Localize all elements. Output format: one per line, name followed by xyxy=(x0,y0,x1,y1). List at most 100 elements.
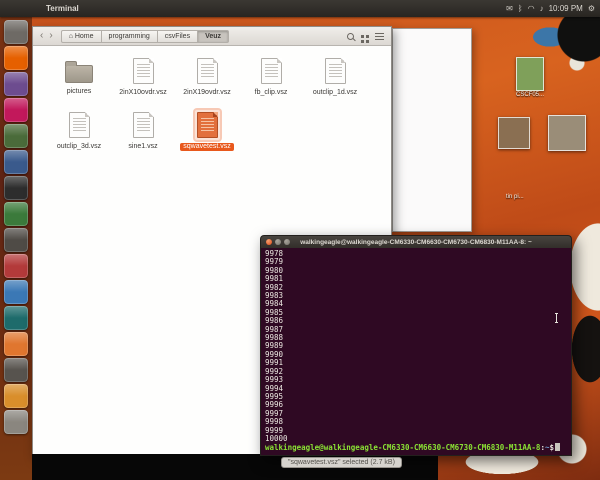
terminal-line: 9990 xyxy=(265,349,284,359)
bluetooth-icon[interactable]: ᛒ xyxy=(518,4,523,13)
terminal-titlebar[interactable]: walkingeagle@walkingeagle-CM6330-CM6630-… xyxy=(260,235,572,248)
document-icon xyxy=(67,110,92,140)
launcher-photos-icon[interactable] xyxy=(4,124,28,148)
active-app-title: Terminal xyxy=(46,4,79,13)
search-icon[interactable] xyxy=(347,32,354,40)
desktop-thumbnail-3[interactable] xyxy=(548,115,586,151)
indicator-area: ✉ ᛒ ◠ ♪ 10:09 PM ⚙ xyxy=(506,4,595,13)
launcher-workspaces-icon[interactable] xyxy=(4,228,28,252)
launcher-dash-home-icon[interactable] xyxy=(4,20,28,44)
message-icon[interactable]: ✉ xyxy=(506,4,513,13)
prompt-user: walkingeagle@walkingeagle-CM6330-CM6630-… xyxy=(265,443,541,453)
launcher-software-center-icon[interactable] xyxy=(4,332,28,356)
document-icon xyxy=(131,110,156,140)
terminal-output: 9978 9979 9980 9981 9982 9983 9984 9985 9986 9987… xyxy=(265,249,567,443)
terminal-line: 9985 xyxy=(265,307,284,317)
file-item-fb_clip.vsz[interactable]: fb_clip.vsz xyxy=(239,56,303,110)
document-icon xyxy=(195,56,220,86)
desktop-thumbnail-2[interactable] xyxy=(498,117,530,149)
thumbnail-image xyxy=(516,57,544,91)
close-button[interactable] xyxy=(266,239,272,245)
launcher-documents-icon[interactable] xyxy=(4,150,28,174)
terminal-line: 9979 xyxy=(265,257,284,267)
breadcrumb-veuz[interactable]: Veuz xyxy=(197,29,230,43)
file-item-pictures[interactable]: pictures xyxy=(47,56,111,110)
launcher-trash-icon[interactable] xyxy=(4,410,28,434)
document-icon xyxy=(194,110,220,140)
terminal-line: 9978 xyxy=(265,249,284,258)
terminal-line: 9982 xyxy=(265,282,284,292)
terminal-line: 9991 xyxy=(265,358,284,368)
network-icon[interactable]: ◠ xyxy=(528,4,535,13)
thumbnail-image xyxy=(498,117,530,149)
document-icon xyxy=(131,56,156,86)
launcher-amazon-icon[interactable] xyxy=(4,176,28,200)
terminal-line: 9992 xyxy=(265,366,284,376)
breadcrumb: ⌂ Home programming csvFiles Veuz xyxy=(60,29,230,43)
launcher-terminal-icon[interactable] xyxy=(4,202,28,226)
file-label: fb_clip.vsz xyxy=(254,89,288,96)
file-manager-toolbar: ‹ › ⌂ Home programming csvFiles Veuz xyxy=(33,27,391,46)
terminal-line: 9984 xyxy=(265,299,284,309)
terminal-cursor xyxy=(555,443,560,452)
volume-icon[interactable]: ♪ xyxy=(540,4,544,13)
window-controls xyxy=(266,239,290,245)
thumbnail-image xyxy=(548,115,586,151)
desktop-thumbnail-1[interactable]: CSCF05... xyxy=(516,57,544,98)
terminal-line: 9988 xyxy=(265,333,284,343)
launcher-beaker-icon[interactable] xyxy=(4,384,28,408)
menu-icon[interactable] xyxy=(375,32,384,34)
ibeam-cursor xyxy=(555,313,558,323)
toolbar-right-icons xyxy=(347,32,384,40)
launcher-settings-icon[interactable] xyxy=(4,358,28,382)
desktop-icon-label: tin pi... xyxy=(506,194,524,200)
forward-button[interactable]: › xyxy=(47,31,54,41)
file-label: sqwavetest.vsz xyxy=(180,143,234,152)
terminal-line: 9986 xyxy=(265,316,284,326)
launcher-chat-icon[interactable] xyxy=(4,280,28,304)
session-gear-icon[interactable]: ⚙ xyxy=(588,4,595,13)
file-label: outclip_1d.vsz xyxy=(312,89,358,96)
clock[interactable]: 10:09 PM xyxy=(549,4,583,13)
file-item-outclip_1d.vsz[interactable]: outclip_1d.vsz xyxy=(303,56,367,110)
launcher xyxy=(0,17,32,480)
launcher-rhythmbox-icon[interactable] xyxy=(4,254,28,278)
terminal-line: 9998 xyxy=(265,417,284,427)
terminal-line: 9980 xyxy=(265,265,284,275)
breadcrumb-csvfiles[interactable]: csvFiles xyxy=(156,29,199,43)
terminal-prompt-line: walkingeagle@walkingeagle-CM6330-CM6630-… xyxy=(265,443,567,452)
indicator-icons: ✉ ᛒ ◠ ♪ xyxy=(506,4,544,13)
file-label: 2inX10ovdr.vsz xyxy=(119,89,167,96)
launcher-libreoffice-icon[interactable] xyxy=(4,306,28,330)
file-item-2inX19ovdr.vsz[interactable]: 2inX19ovdr.vsz xyxy=(175,56,239,110)
breadcrumb-home[interactable]: ⌂ Home xyxy=(60,29,102,43)
file-label: 2inX19ovdr.vsz xyxy=(183,89,231,96)
maximize-button[interactable] xyxy=(284,239,290,245)
file-item-sqwavetest.vsz[interactable]: sqwavetest.vsz xyxy=(175,110,239,164)
top-panel: Terminal ✉ ᛒ ◠ ♪ 10:09 PM ⚙ xyxy=(0,0,600,17)
background-window[interactable] xyxy=(392,28,472,232)
minimize-button[interactable] xyxy=(275,239,281,245)
folder-icon xyxy=(63,56,95,85)
breadcrumb-programming[interactable]: programming xyxy=(100,29,158,43)
terminal-line: 9983 xyxy=(265,291,284,301)
terminal-line: 9989 xyxy=(265,341,284,351)
file-item-2inX10ovdr.vsz[interactable]: 2inX10ovdr.vsz xyxy=(111,56,175,110)
terminal-window: walkingeagle@walkingeagle-CM6330-CM6630-… xyxy=(260,235,572,456)
terminal-title: walkingeagle@walkingeagle-CM6330-CM6630-… xyxy=(300,238,532,246)
launcher-firefox-icon[interactable] xyxy=(4,46,28,70)
desktop-label-tinpi[interactable]: tin pi... xyxy=(506,193,524,200)
document-icon xyxy=(259,56,284,86)
launcher-media-player-icon[interactable] xyxy=(4,98,28,122)
file-item-sine1.vsz[interactable]: sine1.vsz xyxy=(111,110,175,164)
terminal-line: 9994 xyxy=(265,383,284,393)
file-label: pictures xyxy=(66,88,92,95)
file-item-outclip_3d.vsz[interactable]: outclip_3d.vsz xyxy=(47,110,111,164)
launcher-email-icon[interactable] xyxy=(4,72,28,96)
grid-view-icon[interactable] xyxy=(361,34,364,38)
back-button[interactable]: ‹ xyxy=(38,31,45,41)
file-label: outclip_3d.vsz xyxy=(56,143,102,150)
terminal-line: 9997 xyxy=(265,408,284,418)
terminal-body[interactable]: 9978 9979 9980 9981 9982 9983 9984 9985 9986 9987… xyxy=(260,248,572,456)
prompt-symbol: $ xyxy=(549,443,554,453)
